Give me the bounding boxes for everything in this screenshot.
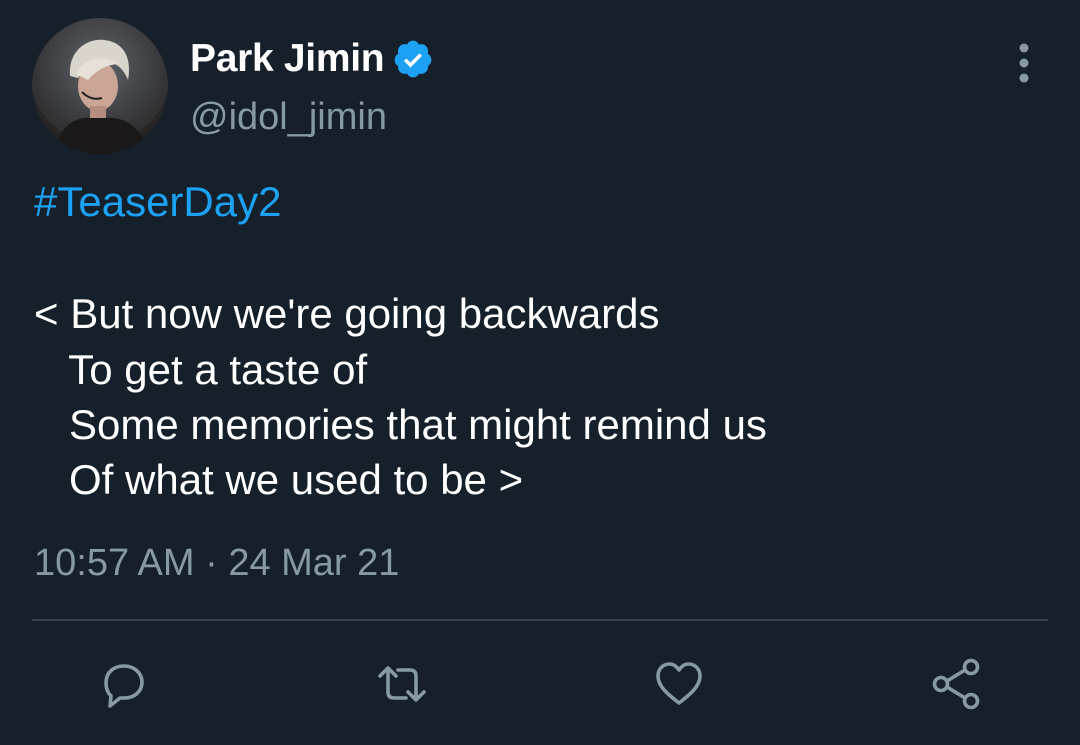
tweet-card: Park Jimin @idol_jimin #TeaserDay2 < But… [0, 0, 1080, 745]
tweet-timestamp[interactable]: 10:57 AM · 24 Mar 21 [34, 542, 399, 585]
display-name-row: Park Jimin [190, 34, 434, 84]
avatar-photo-icon [32, 18, 168, 154]
retweet-button[interactable] [374, 656, 430, 712]
tweet-text-line: Of what we used to be > [34, 456, 524, 503]
retweet-icon [378, 666, 426, 702]
reply-icon [104, 664, 144, 708]
tweet-text-line: < But now we're going backwards [34, 290, 660, 337]
hashtag-link[interactable]: #TeaserDay2 [34, 178, 281, 226]
like-button[interactable] [651, 656, 707, 712]
more-vertical-icon [1019, 43, 1029, 83]
more-options-button[interactable] [1004, 40, 1044, 86]
verified-badge-icon [394, 40, 432, 78]
reply-button[interactable] [96, 656, 152, 712]
share-icon [932, 658, 980, 710]
display-name[interactable]: Park Jimin [190, 37, 385, 81]
user-handle[interactable]: @idol_jimin [190, 96, 387, 139]
divider [32, 619, 1048, 621]
tweet-text-line: Some memories that might remind us [34, 401, 767, 448]
like-icon [656, 662, 702, 705]
share-button[interactable] [929, 656, 985, 712]
tweet-text-line: To get a taste of [34, 346, 368, 393]
avatar[interactable] [32, 18, 168, 154]
